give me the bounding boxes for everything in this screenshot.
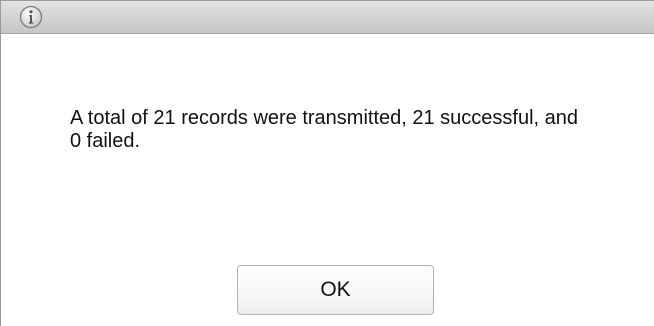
info-icon <box>19 5 43 29</box>
dialog-titlebar <box>1 1 654 34</box>
dialog-message: A total of 21 records were transmitted, … <box>70 107 579 152</box>
ok-button[interactable]: OK <box>237 265 434 315</box>
info-dialog: A total of 21 records were transmitted, … <box>0 0 654 326</box>
